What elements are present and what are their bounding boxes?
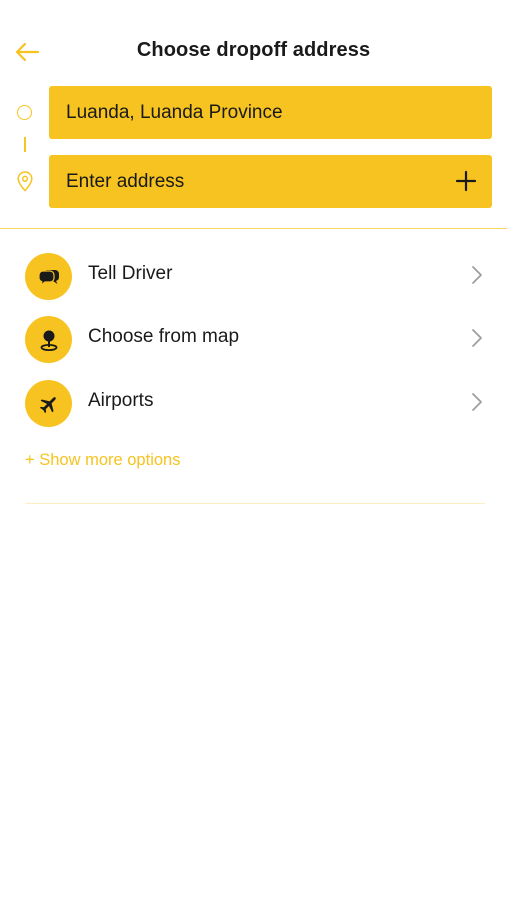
chat-bubbles-icon (37, 269, 59, 286)
plus-icon[interactable] (454, 169, 478, 193)
destination-address-field[interactable]: Enter address (49, 155, 492, 208)
route-connector-line (24, 137, 26, 152)
dropoff-screen: Choose dropoff address Luanda, Luanda Pr… (0, 0, 507, 900)
origin-address-value: Luanda, Luanda Province (66, 101, 283, 123)
header: Choose dropoff address (0, 0, 507, 100)
destination-address-placeholder: Enter address (66, 170, 185, 192)
option-label: Tell Driver (88, 263, 173, 284)
section-divider (0, 228, 507, 229)
chevron-right-icon (472, 329, 482, 347)
page-title: Choose dropoff address (136, 39, 371, 61)
option-airports[interactable]: Airports (0, 377, 507, 433)
origin-address-field[interactable]: Luanda, Luanda Province (49, 86, 492, 139)
option-icon-circle (25, 380, 72, 427)
option-label: Airports (88, 390, 154, 411)
map-pin-icon (40, 330, 57, 351)
location-pin-icon (17, 171, 33, 192)
route-indicator (14, 100, 36, 200)
chevron-right-icon (472, 393, 482, 411)
option-icon-circle (25, 316, 72, 363)
option-tell-driver[interactable]: Tell Driver (0, 250, 507, 306)
option-choose-from-map[interactable]: Choose from map (0, 313, 507, 369)
option-label: Choose from map (88, 326, 240, 347)
airplane-icon (39, 396, 56, 413)
option-icon-circle (25, 253, 72, 300)
origin-circle-icon (17, 105, 32, 120)
chevron-right-icon (472, 266, 482, 284)
show-more-options-link[interactable]: + Show more options (25, 451, 180, 470)
section-divider-bottom (25, 503, 485, 504)
